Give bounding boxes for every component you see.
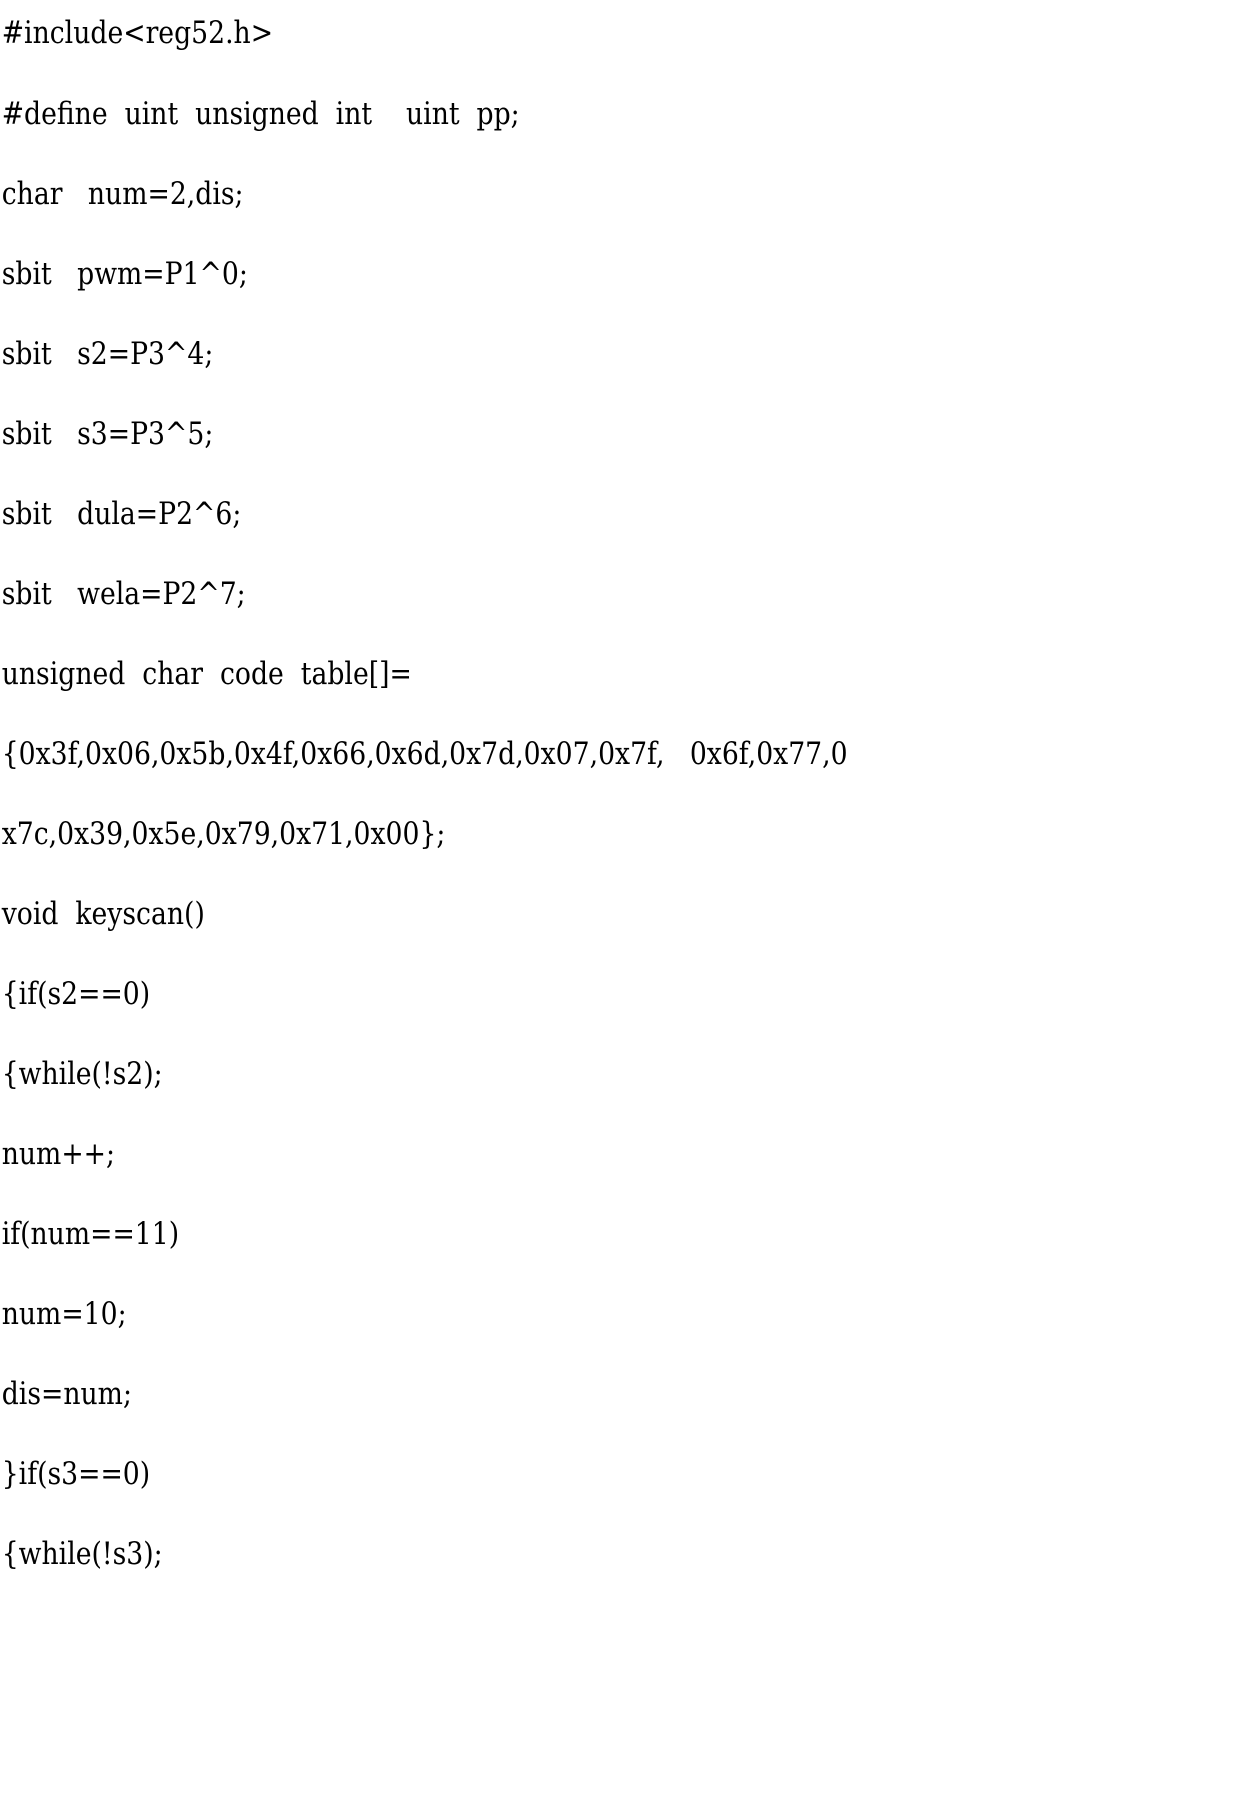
code-line: num=10; — [1, 1296, 127, 1332]
code-line: if(num==11) — [1, 1216, 180, 1252]
code-line: #include<reg52.h> — [1, 15, 274, 51]
code-line: num++; — [1, 1136, 116, 1172]
code-line: x7c,0x39,0x5e,0x79,0x71,0x00}; — [1, 816, 446, 852]
code-line: sbit s2=P3^4; — [1, 336, 214, 372]
code-line: void keyscan() — [1, 896, 205, 932]
code-line: char num=2,dis; — [1, 176, 244, 212]
document-page: #include<reg52.h> #define uint unsigned … — [0, 0, 1240, 1807]
code-line: sbit pwm=P1^0; — [1, 256, 248, 292]
code-line: }if(s3==0) — [1, 1456, 151, 1492]
code-line: {while(!s3); — [1, 1536, 163, 1572]
code-line: sbit wela=P2^7; — [1, 576, 246, 612]
code-line: sbit s3=P3^5; — [1, 416, 214, 452]
code-line: #define uint unsigned int uint pp; — [1, 96, 520, 132]
code-line: sbit dula=P2^6; — [1, 496, 242, 532]
source-code-block: #include<reg52.h> #define uint unsigned … — [0, 0, 1240, 1594]
code-line: unsigned char code table[]= — [1, 656, 412, 692]
code-line: {if(s2==0) — [1, 976, 151, 1012]
code-line: {while(!s2); — [1, 1056, 163, 1092]
code-line: dis=num; — [1, 1376, 132, 1412]
code-line: {0x3f,0x06,0x5b,0x4f,0x66,0x6d,0x7d,0x07… — [1, 736, 848, 772]
